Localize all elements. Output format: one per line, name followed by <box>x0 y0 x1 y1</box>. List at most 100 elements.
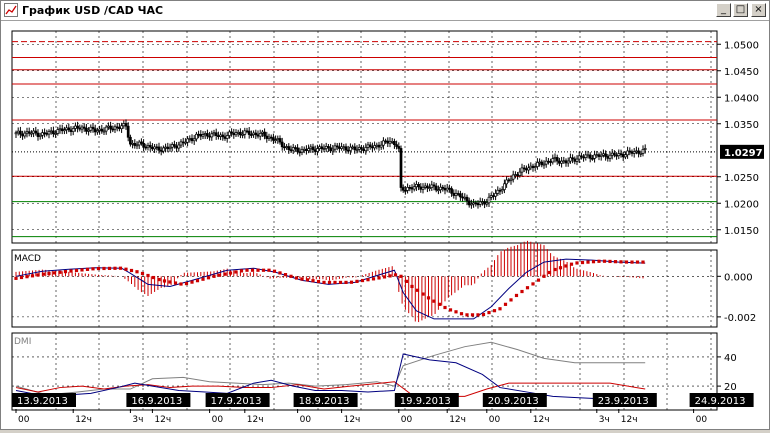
candle-body <box>67 127 71 131</box>
candle-body <box>564 160 568 164</box>
candle-body <box>302 148 306 151</box>
candle-body <box>109 125 112 130</box>
candle-body <box>210 133 214 138</box>
candle-body <box>357 147 361 150</box>
macd-signal-point <box>305 278 310 282</box>
candle-body <box>223 136 227 139</box>
macd-signal-point <box>47 271 51 276</box>
candle-body <box>78 127 82 130</box>
candle-body <box>595 154 599 157</box>
candle-body <box>278 138 282 143</box>
candle-body <box>549 161 552 163</box>
candle-body <box>463 196 467 199</box>
minimize-button[interactable]: _ <box>716 3 731 17</box>
candle-body <box>188 138 192 140</box>
macd-signal-point <box>432 299 436 303</box>
candle-body <box>126 125 130 138</box>
macd-signal-point <box>338 280 343 284</box>
candle-body <box>331 148 335 152</box>
candle-body <box>320 146 324 150</box>
macd-signal-point <box>575 261 579 265</box>
candle-body <box>157 146 161 151</box>
hour-label: 3ч <box>132 415 143 425</box>
candle-body <box>335 145 339 148</box>
macd-signal-point <box>580 260 585 265</box>
candle-body <box>362 148 365 152</box>
candle-body <box>76 125 79 129</box>
candle-body <box>593 154 596 159</box>
candle-body <box>309 146 313 149</box>
macd-signal-point <box>25 275 29 279</box>
candle-body <box>384 140 387 143</box>
hour-label: 00 <box>300 415 312 425</box>
dmi-tick-label: 40 <box>724 353 737 364</box>
close-button[interactable]: × <box>751 3 766 17</box>
candle-body <box>520 167 524 173</box>
candle-body <box>239 131 242 136</box>
candle-body <box>296 147 299 153</box>
macd-signal-point <box>124 267 128 271</box>
candle-body <box>129 136 132 145</box>
candle-body <box>322 148 326 150</box>
candle-body <box>452 192 456 196</box>
maximize-button[interactable]: □ <box>733 3 748 17</box>
candle-body <box>639 152 643 155</box>
candle-body <box>448 187 451 190</box>
date-label: 16.9.2013 <box>131 396 182 407</box>
macd-signal-point <box>102 266 106 271</box>
candle-body <box>142 143 145 148</box>
macd-signal-point <box>591 260 596 264</box>
macd-signal-point <box>135 270 139 274</box>
candle-body <box>580 155 583 158</box>
candle-body <box>351 146 354 149</box>
candle-body <box>245 130 249 133</box>
macd-signal-point <box>542 274 546 278</box>
candle-body <box>542 163 546 166</box>
macd-signal-point <box>531 282 535 286</box>
candle-body <box>621 154 625 158</box>
macd-signal-point <box>514 293 519 298</box>
macd-signal-point <box>426 296 431 300</box>
candle-body <box>206 133 209 137</box>
macd-signal-point <box>69 269 73 273</box>
candle-body <box>32 130 35 134</box>
candle-body <box>289 149 293 152</box>
macd-signal-point <box>564 264 568 268</box>
candle-body <box>454 193 458 196</box>
macd-signal-point <box>404 279 409 283</box>
chart-canvas[interactable]: 1.0500 1.0450 1.0400 1.0350 1.0250 1.0200 1.01… <box>1 21 769 429</box>
macd-signal-point <box>58 270 62 274</box>
candle-body <box>547 160 550 163</box>
candle-body <box>415 184 418 188</box>
candle-body <box>599 154 603 157</box>
candle-body <box>485 202 489 205</box>
macd-tick-label: 0.000 <box>724 272 753 283</box>
candle-body <box>265 135 269 139</box>
candle-body <box>511 174 515 180</box>
candle-body <box>478 201 482 205</box>
candle-body <box>505 179 508 185</box>
macd-signal-point <box>239 269 244 273</box>
candle-body <box>353 146 357 151</box>
candle-body <box>74 125 77 129</box>
candle-body <box>133 143 137 146</box>
candle-body <box>555 157 559 162</box>
macd-signal-point <box>344 280 348 284</box>
candle-body <box>401 187 405 191</box>
candle-body <box>85 127 88 132</box>
candle-body <box>41 132 44 136</box>
macd-signal-point <box>179 282 183 286</box>
candle-body <box>445 187 449 191</box>
candle-body <box>181 141 185 144</box>
candle-body <box>197 133 200 136</box>
candle-body <box>54 133 57 135</box>
candle-body <box>305 148 308 151</box>
title-bar[interactable]: График USD /CAD ЧАС _ □ × <box>1 1 769 21</box>
candle-body <box>531 165 535 168</box>
candle-body <box>232 132 236 136</box>
candle-body <box>65 127 68 131</box>
candle-body <box>582 156 585 159</box>
date-label: 23.9.2013 <box>598 396 649 407</box>
hour-label: 12ч <box>344 415 361 425</box>
candle-body <box>366 144 370 148</box>
